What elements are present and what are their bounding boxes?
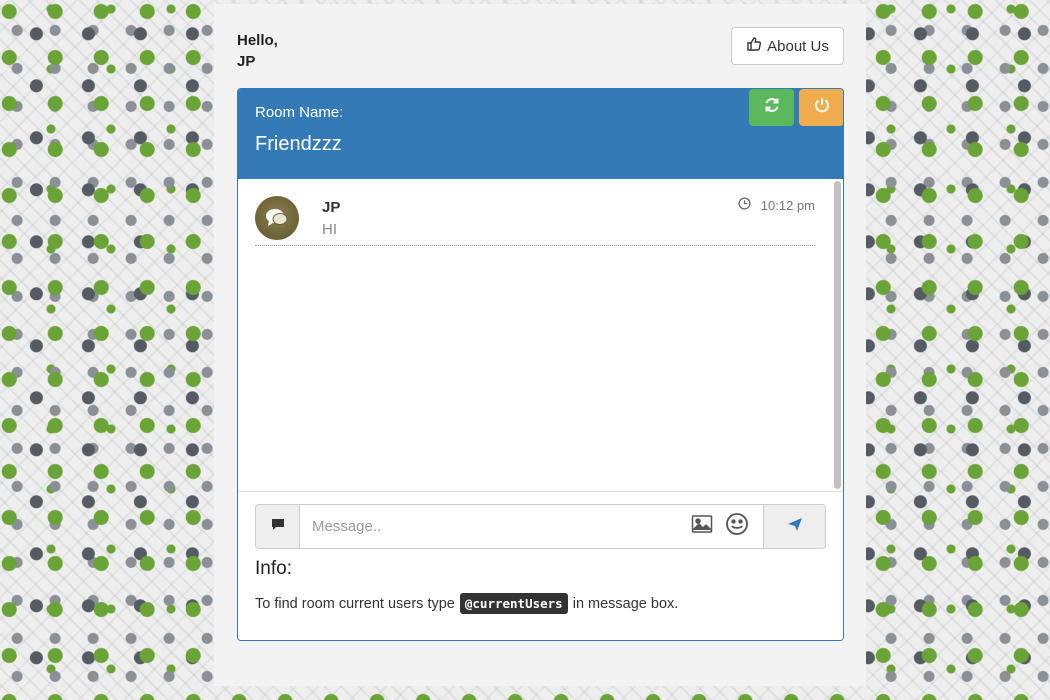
chat-panel: Room Name: Friendzzz JP HI 10:12 pm Mess… — [237, 88, 844, 641]
message-input[interactable] — [300, 505, 691, 548]
about-us-label: About Us — [767, 37, 829, 55]
composer-tools — [691, 505, 763, 548]
greeting-text: Hello, — [237, 32, 278, 49]
clock-icon — [738, 197, 751, 213]
composer-area: Info: To find room current users type @c… — [238, 491, 843, 640]
send-icon — [786, 515, 804, 538]
comment-icon — [270, 517, 286, 536]
send-button[interactable] — [763, 505, 825, 548]
panel-header: Room Name: Friendzzz — [238, 89, 843, 179]
message-time-text: 10:12 pm — [760, 197, 815, 213]
image-icon[interactable] — [691, 514, 713, 539]
info-text-before: To find room current users type — [255, 595, 455, 612]
info-text-after: in message box. — [572, 595, 679, 612]
message-scrollbar[interactable] — [834, 181, 841, 489]
emoji-icon[interactable] — [725, 512, 749, 541]
about-us-button[interactable]: About Us — [731, 27, 844, 65]
message-text: HI — [322, 221, 337, 238]
message-item: JP HI 10:12 pm — [255, 193, 815, 246]
refresh-button[interactable] — [749, 89, 794, 126]
current-users-command: @currentUsers — [459, 593, 568, 614]
info-text: To find room current users type @current… — [255, 593, 678, 614]
message-time: 10:12 pm — [738, 197, 815, 213]
message-list[interactable]: JP HI 10:12 pm — [238, 179, 843, 491]
room-name: Friendzzz — [255, 133, 342, 155]
message-input-group — [255, 504, 826, 549]
main-container: Hello, JP About Us Room Name: Friendzzz — [214, 4, 866, 686]
refresh-icon — [763, 96, 781, 119]
user-name: JP — [237, 53, 256, 70]
room-name-label: Room Name: — [255, 104, 344, 121]
info-title: Info: — [255, 558, 292, 579]
thumbs-up-icon — [746, 36, 762, 56]
power-icon — [813, 96, 831, 119]
message-addon — [256, 505, 300, 548]
greeting: Hello, JP — [237, 30, 278, 72]
leave-room-button[interactable] — [799, 89, 843, 126]
avatar — [255, 196, 299, 240]
message-sender: JP — [322, 199, 341, 216]
